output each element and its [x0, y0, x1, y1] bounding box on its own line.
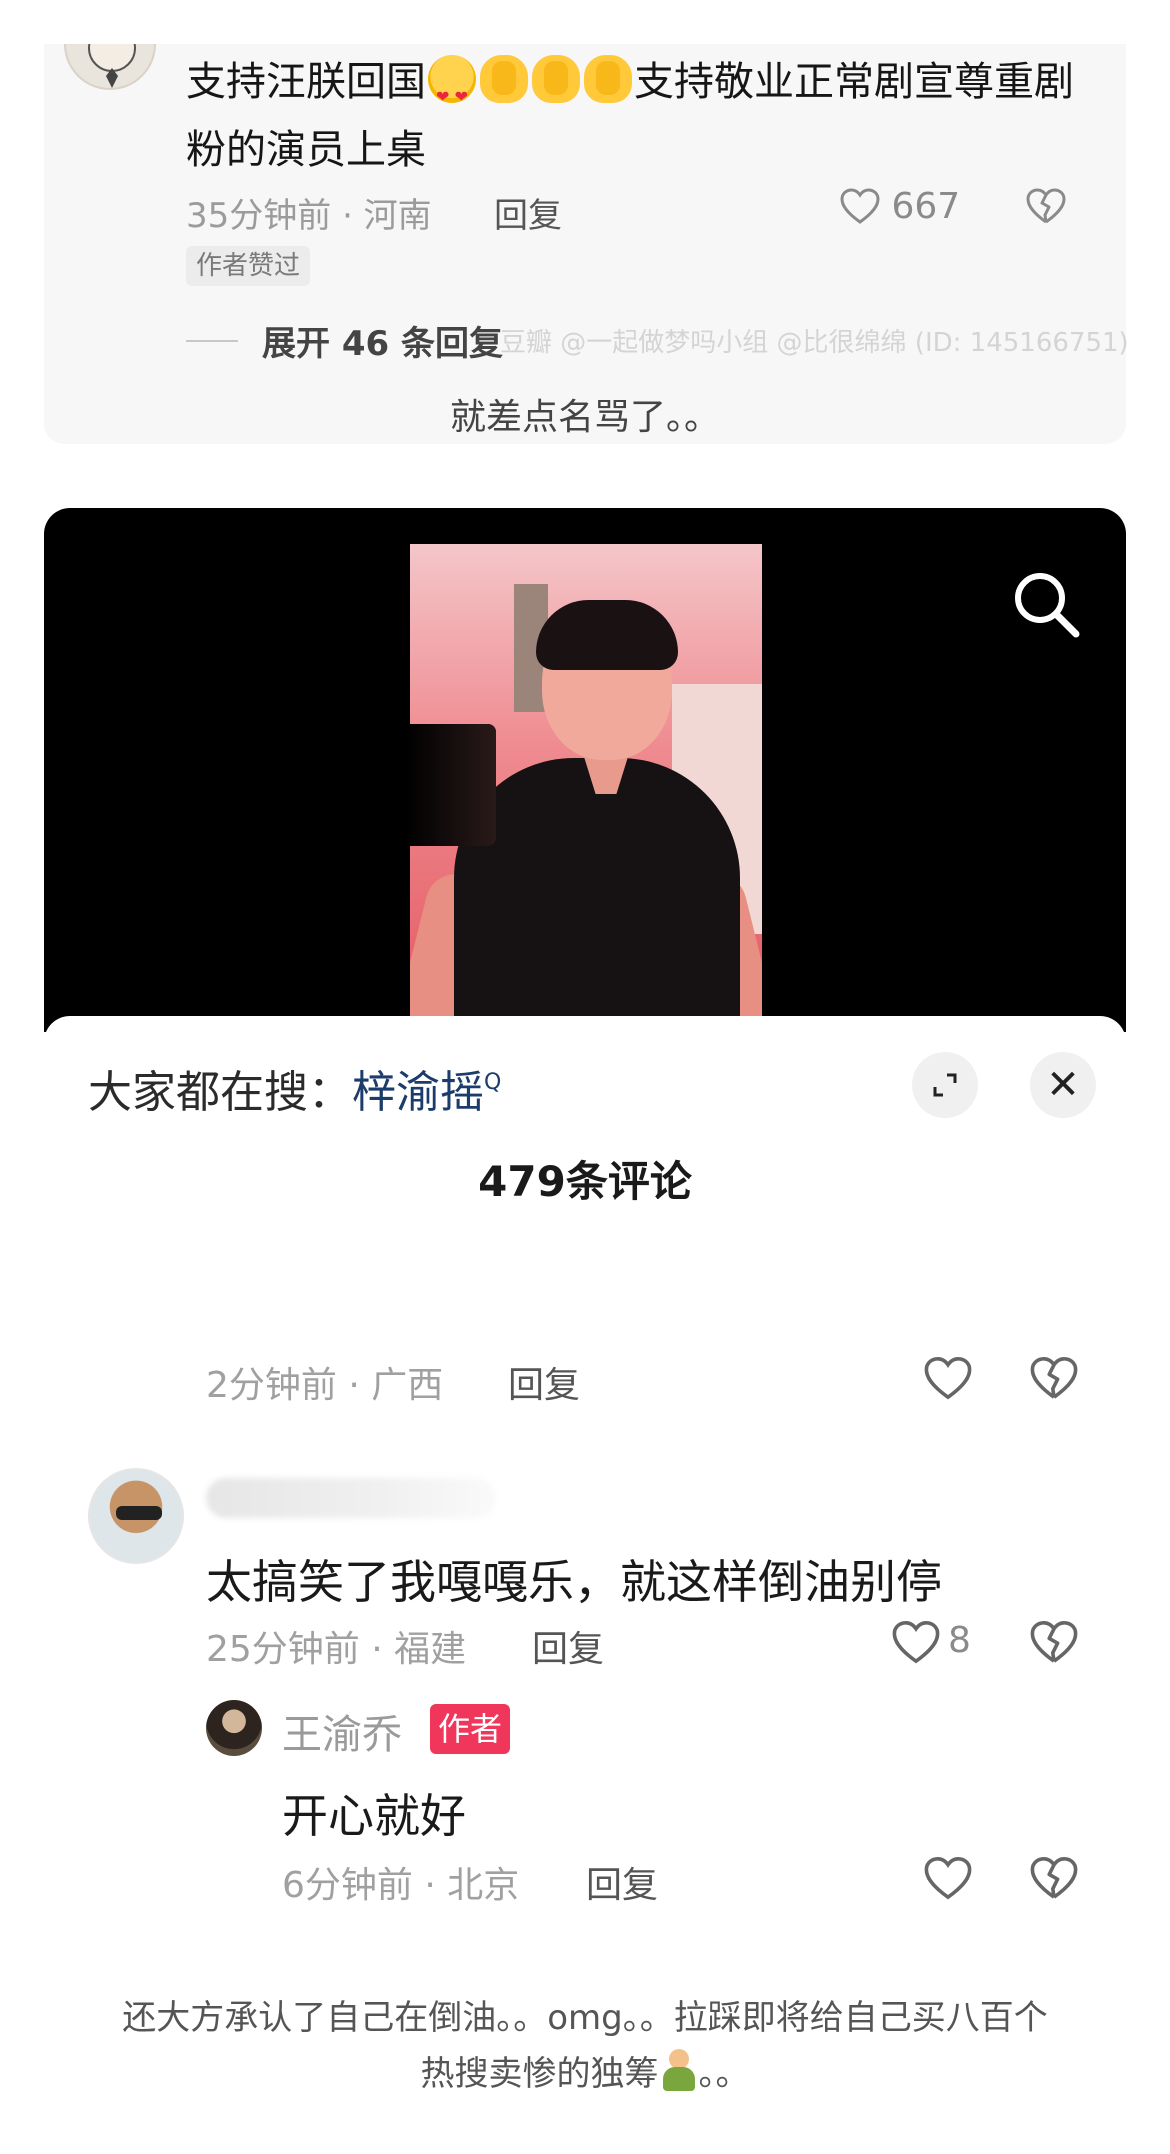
fullscreen-button[interactable]	[912, 1052, 978, 1118]
expand-icon	[933, 1073, 957, 1097]
dislike-button[interactable]	[1026, 188, 1066, 228]
hot-search-bar[interactable]: 大家都在搜：梓渝摇Q	[88, 1056, 501, 1120]
hot-search-prefix: 大家都在搜：	[88, 1067, 352, 1118]
caption-line-2-text: 热搜卖惨的独筹	[420, 2054, 659, 2094]
caption-top: 就差点名骂了。。	[449, 397, 720, 438]
reply-button[interactable]: 回复	[532, 1620, 604, 1672]
username-redacted[interactable]	[206, 1478, 496, 1518]
caption-line-1: 还大方承认了自己在倒油。。omg。。拉踩即将给自己买八百个	[122, 1998, 1048, 2038]
person-emoji-icon	[659, 2049, 699, 2093]
hot-search-keyword[interactable]: 梓渝摇	[352, 1067, 484, 1118]
comment-meta: 35分钟前 · 河南	[186, 196, 432, 236]
top-comment-text: 支持汪朕回国支持敬业正常剧宣尊重剧粉的演员上桌	[186, 48, 1086, 184]
author-badge: 作者	[430, 1704, 511, 1754]
heart-icon[interactable]	[892, 1620, 940, 1664]
caption-line-2: 热搜卖惨的独筹。。	[0, 2046, 1170, 2102]
person-hair	[536, 600, 678, 670]
reply-button[interactable]: 回复	[508, 1356, 580, 1408]
person-body	[454, 758, 740, 1032]
like-button[interactable]: 667	[840, 186, 960, 227]
search-button[interactable]	[1006, 564, 1086, 644]
heart-icon[interactable]	[924, 1356, 972, 1400]
comment-image-redacted[interactable]	[162, 724, 496, 846]
like-count: 8	[948, 1620, 971, 1661]
comment-text: 开心就好	[282, 1789, 466, 1843]
comment-meta: 6分钟前 · 北京	[282, 1865, 520, 1906]
heart-eyes-emoji-icon	[428, 55, 476, 131]
caption-bottom: 还大方承认了自己在倒油。。omg。。拉踩即将给自己买八百个 热搜卖惨的独筹。。	[0, 1990, 1170, 2102]
reply-button[interactable]: 回复	[494, 188, 562, 237]
search-icon	[1015, 573, 1080, 638]
author-liked-badge: 作者赞过	[186, 246, 311, 286]
comment-meta: 2分钟前 · 广西	[206, 1365, 444, 1406]
broken-heart-icon[interactable]	[1030, 1620, 1078, 1664]
commenter-avatar[interactable]	[88, 1468, 184, 1564]
comment-meta: 25分钟前 · 福建	[206, 1629, 467, 1670]
caption-line-2-end: 。。	[698, 2054, 750, 2094]
heart-icon	[840, 188, 880, 224]
avatar-face-icon	[88, 44, 136, 72]
avatar-glasses-icon	[116, 1506, 162, 1520]
expand-divider	[186, 340, 238, 342]
expand-replies-button[interactable]: 展开 46 条回复	[262, 316, 503, 365]
clap-emoji-icon	[532, 55, 580, 103]
watermark: 豆瓣 @一起做梦吗小组 @比很绵绵 (ID: 145166751)	[500, 328, 1129, 358]
broken-heart-icon[interactable]	[1030, 1356, 1078, 1400]
comment-text-part: 支持汪朕回国	[186, 59, 426, 105]
comment-count-title: 479条评论	[478, 1157, 692, 1206]
broken-heart-icon[interactable]	[1030, 1856, 1078, 1900]
hot-search-sup-icon: Q	[484, 1070, 502, 1095]
heart-icon[interactable]	[924, 1856, 972, 1900]
close-button[interactable]: ✕	[1030, 1052, 1096, 1118]
author-name[interactable]: 王渝乔	[282, 1702, 402, 1760]
author-avatar[interactable]	[206, 1700, 262, 1756]
clap-emoji-icon	[480, 55, 528, 103]
broken-heart-icon	[1026, 188, 1066, 224]
like-count: 667	[891, 186, 961, 227]
comment-text: 太搞笑了我嘎嘎乐，就这样倒油别停	[206, 1555, 942, 1609]
reply-button[interactable]: 回复	[586, 1856, 658, 1908]
clap-emoji-icon	[584, 55, 632, 103]
